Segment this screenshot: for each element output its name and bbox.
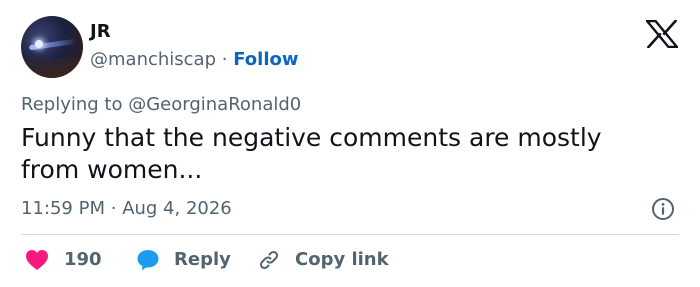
tweet-date: Aug 4, 2026 — [122, 198, 232, 219]
avatar-landscape — [21, 58, 83, 78]
copy-link-button[interactable]: Copy link — [257, 247, 389, 273]
author-name[interactable]: JR — [90, 20, 111, 44]
tweet-text: Funny that the negative comments are mos… — [21, 123, 602, 184]
tweet-timestamp[interactable]: 11:59 PM · Aug 4, 2026 — [21, 197, 232, 221]
avatar-light-source — [35, 40, 43, 48]
info-icon[interactable] — [651, 197, 675, 221]
reply-context: Replying to @GeorginaRonald0 — [21, 93, 301, 117]
divider — [21, 234, 679, 235]
timestamp-separator: · — [110, 198, 117, 219]
reply-context-prefix: Replying to — [21, 94, 123, 115]
link-icon — [259, 250, 279, 270]
heart-icon — [26, 250, 48, 270]
copy-link-label: Copy link — [295, 249, 389, 270]
author-handle[interactable]: @manchiscap — [90, 49, 216, 70]
like-count: 190 — [64, 249, 102, 270]
handle-separator: · — [221, 49, 228, 70]
tweet-card: JR @manchiscap · Follow Replying to @Geo… — [0, 0, 700, 287]
avatar[interactable] — [21, 16, 83, 78]
follow-button[interactable]: Follow — [233, 49, 298, 70]
speech-bubble-icon — [137, 250, 159, 271]
reply-label: Reply — [174, 249, 231, 270]
reply-button[interactable]: Reply — [136, 247, 231, 273]
reply-mention-link[interactable]: @GeorginaRonald0 — [128, 94, 301, 115]
like-button[interactable]: 190 — [25, 247, 102, 273]
x-logo-icon[interactable] — [646, 20, 678, 48]
tweet-time: 11:59 PM — [21, 198, 105, 219]
author-handle-row: @manchiscap · Follow — [90, 48, 299, 72]
